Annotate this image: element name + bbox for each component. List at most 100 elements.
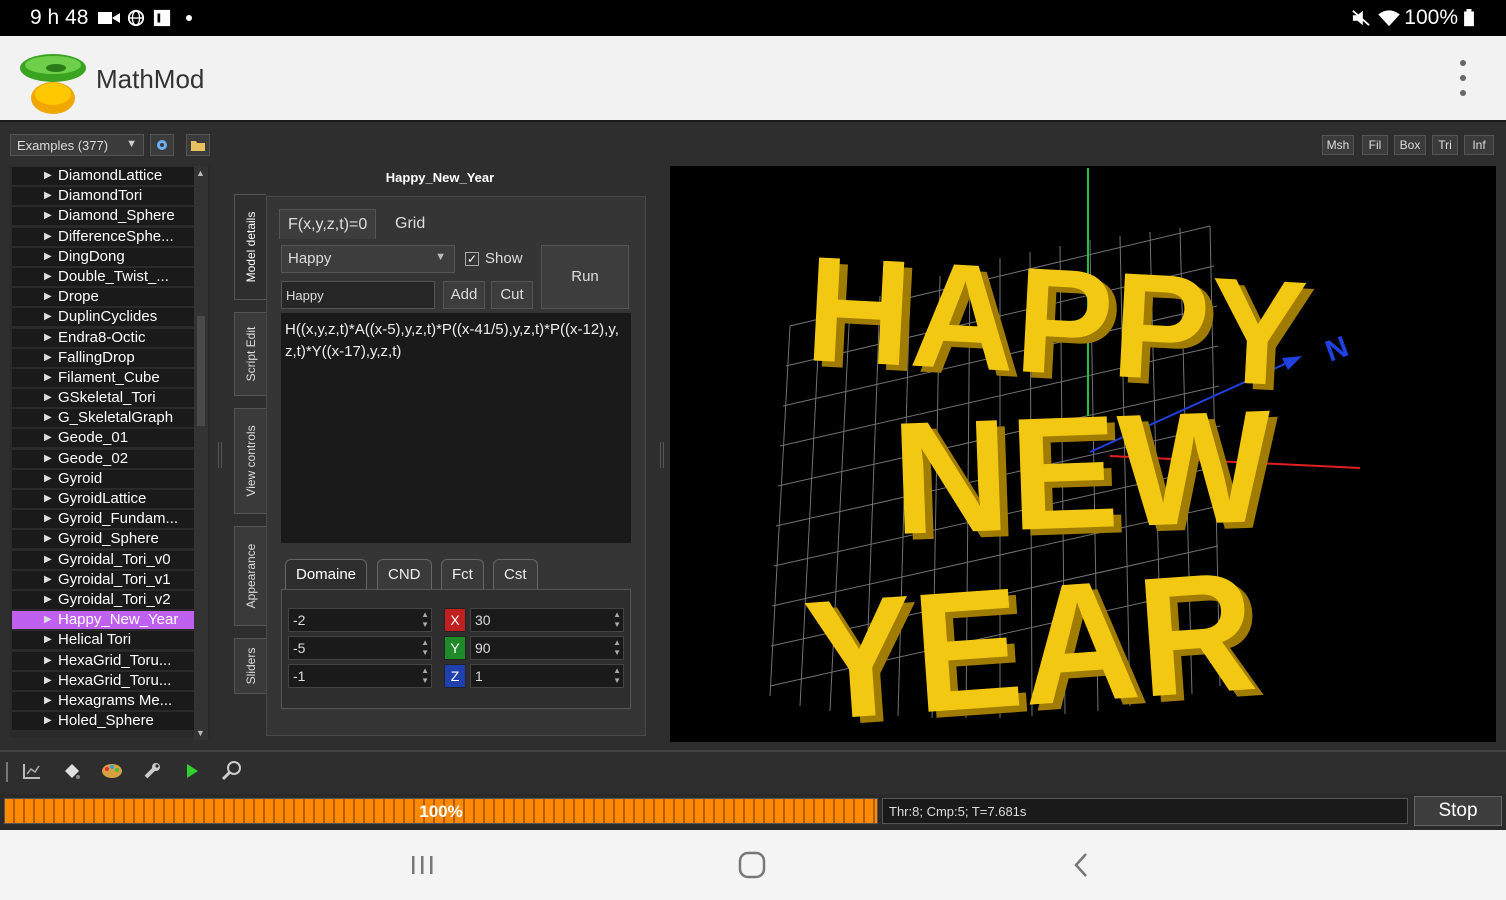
- list-item[interactable]: ▶ Double_Twist_...: [10, 267, 210, 287]
- y-min-spinbox[interactable]: -5 ▲ ▼: [288, 636, 432, 660]
- spin-arrows-icon[interactable]: ▲ ▼: [421, 666, 429, 686]
- show-checkbox[interactable]: ✓: [465, 252, 479, 266]
- function-select[interactable]: Happy ▼: [281, 245, 455, 273]
- examples-combo[interactable]: Examples (377) ▼: [10, 134, 144, 156]
- 3d-viewport[interactable]: N HAPPY HAPPY NEW NEW YEAR YEAR: [670, 166, 1496, 742]
- list-item[interactable]: ▶ DiamondTori: [10, 186, 210, 206]
- list-item[interactable]: ▶ Hexagrams Me...: [10, 691, 210, 711]
- tab-model-details[interactable]: Model details: [234, 194, 266, 300]
- text-line-year: YEAR: [799, 536, 1261, 742]
- run-button[interactable]: Run: [541, 245, 629, 309]
- list-item[interactable]: ▶ Geode_01: [10, 428, 210, 448]
- splitter-handle[interactable]: [660, 442, 664, 468]
- tab-grid[interactable]: Grid: [387, 209, 433, 239]
- list-item[interactable]: ▶ Endra8-Octic: [10, 328, 210, 348]
- tab-cnd[interactable]: CND: [377, 559, 432, 589]
- scroll-up-icon[interactable]: ▲: [196, 168, 205, 178]
- list-item[interactable]: ▶ Gyroidal_Tori_v1: [10, 570, 210, 590]
- tab-sliders[interactable]: Sliders: [234, 638, 266, 694]
- main-area: Examples (377) ▼ Msh Fil Box Tri Inf ▶ Di…: [0, 122, 1506, 830]
- list-item[interactable]: ▶ Drope: [10, 287, 210, 307]
- recents-icon[interactable]: [402, 848, 442, 882]
- home-icon[interactable]: [732, 848, 772, 882]
- view-triangles-button[interactable]: Tri: [1432, 135, 1458, 155]
- chevron-down-icon: ▼: [126, 138, 137, 150]
- list-item[interactable]: ▶ DuplinCyclides: [10, 307, 210, 327]
- list-item[interactable]: ▶ Geode_02: [10, 449, 210, 469]
- z-min-spinbox[interactable]: -1 ▲ ▼: [288, 664, 432, 688]
- play-icon[interactable]: [178, 758, 206, 784]
- list-item[interactable]: ▶ DingDong: [10, 247, 210, 267]
- notification-icon: [153, 9, 171, 27]
- list-item[interactable]: ▶ Helical Tori: [10, 630, 210, 650]
- render-canvas[interactable]: N HAPPY HAPPY NEW NEW YEAR YEAR: [670, 166, 1496, 742]
- tab-appearance[interactable]: Appearance: [234, 526, 266, 626]
- folder-icon: [191, 141, 205, 151]
- formula-editor[interactable]: H((x,y,z,t)*A((x-5),y,z,t)*P((x-41/5),y,…: [281, 313, 631, 543]
- tab-script-edit[interactable]: Script Edit: [234, 312, 266, 396]
- x-axis-badge[interactable]: X: [444, 608, 466, 632]
- tab-view-controls[interactable]: View controls: [234, 408, 266, 514]
- spin-arrows-icon[interactable]: ▲ ▼: [421, 610, 429, 630]
- list-item[interactable]: ▶ Gyroid_Sphere: [10, 529, 210, 549]
- function-name-input[interactable]: Happy: [281, 281, 435, 309]
- list-item[interactable]: ▶ DiamondLattice: [10, 166, 210, 186]
- view-box-button[interactable]: Box: [1394, 135, 1426, 155]
- spin-arrows-icon[interactable]: ▲ ▼: [421, 638, 429, 658]
- palette-icon[interactable]: [98, 758, 126, 784]
- video-icon: [98, 12, 120, 24]
- list-item[interactable]: ▶ FallingDrop: [10, 348, 210, 368]
- list-item[interactable]: ▶ GSkeletal_Tori: [10, 388, 210, 408]
- list-item[interactable]: ▶ HexaGrid_Toru...: [10, 651, 210, 671]
- scroll-thumb[interactable]: [197, 316, 205, 426]
- spin-arrows-icon[interactable]: ▲ ▼: [613, 638, 621, 658]
- view-mesh-button[interactable]: Msh: [1322, 135, 1354, 155]
- axis-label: N: [1321, 330, 1353, 368]
- y-axis-badge[interactable]: Y: [444, 636, 466, 660]
- app-root: 9 h 48 100% MathMod Examples (377) ▼ Msh…: [0, 0, 1506, 900]
- z-grid-spinbox[interactable]: 1 ▲ ▼: [470, 664, 624, 688]
- open-folder-button[interactable]: [186, 134, 210, 156]
- x-min-spinbox[interactable]: -2 ▲ ▼: [288, 608, 432, 632]
- app-bar: MathMod: [0, 36, 1506, 122]
- list-item[interactable]: ▶ Diamond_Sphere: [10, 206, 210, 226]
- list-item[interactable]: ▶ Gyroid: [10, 469, 210, 489]
- spin-arrows-icon[interactable]: ▲ ▼: [613, 610, 621, 630]
- splitter-handle[interactable]: [218, 442, 222, 468]
- tab-implicit-function[interactable]: F(x,y,z,t)=0: [279, 209, 377, 239]
- list-item[interactable]: ▶ Filament_Cube: [10, 368, 210, 388]
- spin-arrows-icon[interactable]: ▲ ▼: [613, 666, 621, 686]
- list-item[interactable]: ▶ Gyroidal_Tori_v0: [10, 550, 210, 570]
- stop-button[interactable]: Stop: [1414, 796, 1502, 826]
- scroll-down-icon[interactable]: ▼: [196, 728, 205, 738]
- list-item[interactable]: ▶ HexaGrid_Toru...: [10, 671, 210, 691]
- list-item[interactable]: ▶ GyroidLattice: [10, 489, 210, 509]
- function-select-value: Happy: [288, 250, 332, 267]
- status-time: 9 h 48: [30, 6, 89, 29]
- list-item[interactable]: ▶ G_SkeletalGraph: [10, 408, 210, 428]
- tab-cst[interactable]: Cst: [493, 559, 538, 589]
- z-axis-badge[interactable]: Z: [444, 664, 466, 688]
- chart-icon[interactable]: [18, 758, 46, 784]
- search-icon[interactable]: [218, 758, 246, 784]
- list-item-selected[interactable]: ▶ Happy_New_Year: [10, 610, 210, 630]
- tab-domaine[interactable]: Domaine: [285, 559, 368, 589]
- back-icon[interactable]: [1062, 848, 1102, 882]
- y-grid-spinbox[interactable]: 90 ▲ ▼: [470, 636, 624, 660]
- list-scrollbar[interactable]: ▲ ▼: [194, 166, 208, 740]
- cut-button[interactable]: Cut: [491, 281, 533, 309]
- tab-fct[interactable]: Fct: [441, 559, 484, 589]
- x-grid-spinbox[interactable]: 30 ▲ ▼: [470, 608, 624, 632]
- list-item[interactable]: ▶ Gyroidal_Tori_v2: [10, 590, 210, 610]
- view-fill-button[interactable]: Fil: [1362, 135, 1388, 155]
- list-item[interactable]: ▶ Gyroid_Fundam...: [10, 509, 210, 529]
- settings-button[interactable]: [150, 134, 174, 156]
- add-button[interactable]: Add: [443, 281, 485, 309]
- paint-icon[interactable]: [58, 758, 86, 784]
- more-vert-icon[interactable]: [1458, 60, 1468, 96]
- list-item[interactable]: ▶ Holed_Sphere: [10, 711, 210, 731]
- list-item[interactable]: ▶ DifferenceSphe...: [10, 227, 210, 247]
- view-info-button[interactable]: Inf: [1464, 135, 1494, 155]
- model-list[interactable]: ▶ DiamondLattice ▶ DiamondTori ▶ Diamond_Sp…: [10, 166, 210, 738]
- wrench-icon[interactable]: [138, 758, 166, 784]
